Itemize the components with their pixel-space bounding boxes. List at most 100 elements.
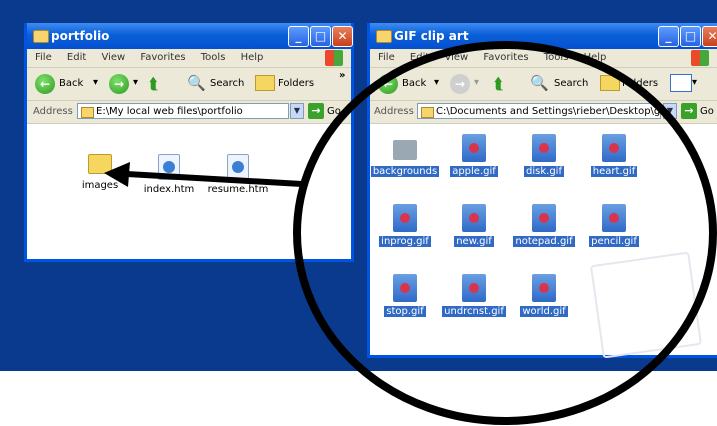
windows-flag-icon <box>691 50 709 66</box>
file-item-index[interactable]: index.htm <box>134 154 204 195</box>
gif-titlebar[interactable]: GIF clip art _ □ ✕ <box>370 23 717 49</box>
window-title: portfolio <box>51 29 110 43</box>
address-input[interactable]: E:\My local web files\portfolio <box>77 103 289 119</box>
gif-item-notepad[interactable]: notepad.gif <box>509 204 579 247</box>
gif-item-pencil[interactable]: pencil.gif <box>579 204 649 247</box>
folders-button-label[interactable]: Folders <box>622 78 658 89</box>
folders-icon[interactable] <box>255 75 275 91</box>
folders-icon[interactable] <box>600 75 620 91</box>
folder-item-backgrounds[interactable]: backgrounds <box>370 134 440 177</box>
item-label: heart.gif <box>590 166 638 177</box>
menu-edit[interactable]: Edit <box>410 52 429 63</box>
back-dropdown-icon[interactable]: ▾ <box>93 77 98 88</box>
item-label: inprog.gif <box>379 236 431 247</box>
address-dropdown[interactable]: ▼ <box>290 103 304 119</box>
gif-item-disk[interactable]: disk.gif <box>509 134 579 177</box>
folder-content: images index.htm resume.htm <box>27 124 351 259</box>
folders-button-label[interactable]: Folders <box>278 78 314 89</box>
go-arrow-icon[interactable]: → <box>681 103 697 119</box>
menu-favorites[interactable]: Favorites <box>483 52 528 63</box>
gif-item-heart[interactable]: heart.gif <box>579 134 649 177</box>
go-button-label[interactable]: Go <box>327 106 341 117</box>
item-label: backgrounds <box>370 166 440 177</box>
item-label: world.gif <box>520 306 568 317</box>
menu-tools[interactable]: Tools <box>201 52 226 63</box>
menu-help[interactable]: Help <box>241 52 264 63</box>
address-input[interactable]: C:\Documents and Settings\rieber\Desktop… <box>417 103 661 119</box>
gif-item-undrcnst[interactable]: undrcnst.gif <box>439 274 509 317</box>
address-label: Address <box>374 106 414 117</box>
windows-flag-icon <box>325 50 343 66</box>
item-label: index.htm <box>143 184 195 195</box>
menu-help[interactable]: Help <box>584 52 607 63</box>
menu-tools[interactable]: Tools <box>544 52 569 63</box>
views-dropdown-icon[interactable]: ▾ <box>692 77 697 88</box>
gif-file-icon <box>602 134 626 162</box>
menu-file[interactable]: File <box>378 52 395 63</box>
gif-item-inprog[interactable]: inprog.gif <box>370 204 440 247</box>
go-arrow-icon[interactable]: → <box>308 103 324 119</box>
minimize-button[interactable]: _ <box>658 26 679 47</box>
folder-content: backgrounds apple.gif disk.gif heart.gif… <box>370 124 717 359</box>
folder-up-icon[interactable]: ⮬ <box>494 74 504 94</box>
forward-dropdown-icon[interactable]: ▾ <box>133 77 138 88</box>
minimize-button[interactable]: _ <box>288 26 309 47</box>
gif-item-stop[interactable]: stop.gif <box>370 274 440 317</box>
address-bar: Address C:\Documents and Settings\rieber… <box>370 101 717 124</box>
go-button-label[interactable]: Go <box>700 106 714 117</box>
file-item-resume[interactable]: resume.htm <box>203 154 273 195</box>
menu-file[interactable]: File <box>35 52 52 63</box>
menu-bar: File Edit View Favorites Tools Help <box>370 49 717 68</box>
views-icon[interactable] <box>670 74 692 92</box>
item-label: disk.gif <box>524 166 564 177</box>
gif-file-icon <box>532 274 556 302</box>
portfolio-titlebar[interactable]: portfolio _ □ ✕ <box>27 23 353 49</box>
folder-icon <box>33 30 49 43</box>
gif-item-apple[interactable]: apple.gif <box>439 134 509 177</box>
item-label: notepad.gif <box>513 236 575 247</box>
portfolio-window: portfolio _ □ ✕ File Edit View Favorites… <box>24 23 354 262</box>
back-button-label[interactable]: Back <box>59 78 83 89</box>
search-button-label[interactable]: Search <box>210 78 244 89</box>
forward-arrow-icon: → <box>450 74 470 94</box>
search-button-label[interactable]: Search <box>554 78 588 89</box>
menu-view[interactable]: View <box>444 52 468 63</box>
search-icon[interactable]: 🔍 <box>187 74 206 92</box>
folder-icon <box>81 107 94 118</box>
gif-file-icon <box>462 134 486 162</box>
back-arrow-icon[interactable]: ← <box>378 74 398 94</box>
toolbar-overflow[interactable]: » <box>339 70 345 81</box>
folder-icon <box>421 107 434 118</box>
watermark-graphic <box>589 251 703 359</box>
item-label: apple.gif <box>450 166 498 177</box>
back-button-label[interactable]: Back <box>402 78 426 89</box>
gif-file-icon <box>393 274 417 302</box>
item-label: stop.gif <box>384 306 426 317</box>
folder-item-images[interactable]: images <box>65 148 135 191</box>
menu-bar: File Edit View Favorites Tools Help <box>27 49 351 68</box>
address-label: Address <box>33 106 73 117</box>
forward-arrow-icon[interactable]: → <box>109 74 129 94</box>
folder-icon <box>88 154 112 174</box>
address-bar: Address E:\My local web files\portfolio … <box>27 101 351 124</box>
menu-edit[interactable]: Edit <box>67 52 86 63</box>
address-dropdown[interactable]: ▼ <box>663 103 677 119</box>
folder-up-icon[interactable]: ⮬ <box>149 74 159 94</box>
maximize-button[interactable]: □ <box>680 26 701 47</box>
search-icon[interactable]: 🔍 <box>530 74 549 92</box>
gif-file-icon <box>532 204 556 232</box>
address-value: C:\Documents and Settings\rieber\Desktop… <box>436 106 661 117</box>
folder-icon <box>376 30 392 43</box>
close-button[interactable]: ✕ <box>332 26 353 47</box>
gif-item-new[interactable]: new.gif <box>439 204 509 247</box>
maximize-button[interactable]: □ <box>310 26 331 47</box>
close-button[interactable]: ✕ <box>702 26 717 47</box>
item-label: undrcnst.gif <box>442 306 506 317</box>
back-dropdown-icon[interactable]: ▾ <box>434 77 439 88</box>
back-arrow-icon[interactable]: ← <box>35 74 55 94</box>
gif-item-world[interactable]: world.gif <box>509 274 579 317</box>
menu-view[interactable]: View <box>101 52 125 63</box>
toolbar: ← Back ▾ → ▾ ⮬ 🔍 Search Folders » <box>27 68 351 101</box>
gif-file-icon <box>602 204 626 232</box>
menu-favorites[interactable]: Favorites <box>140 52 185 63</box>
